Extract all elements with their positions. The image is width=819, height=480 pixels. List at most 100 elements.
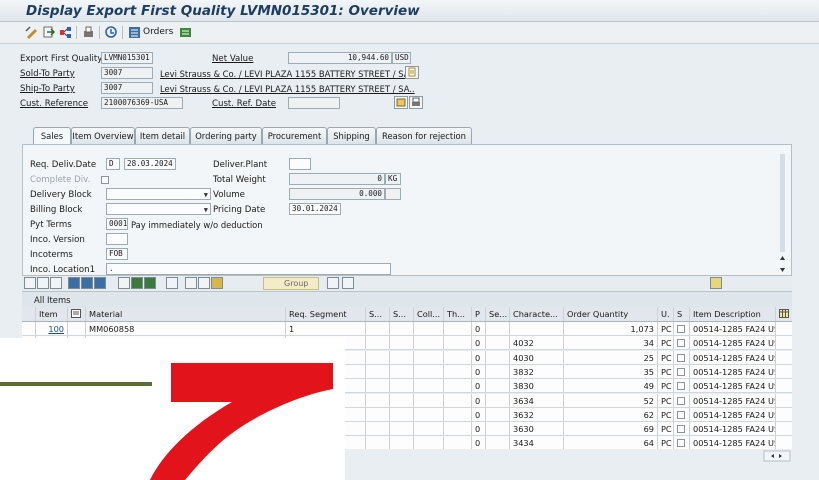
col-p[interactable]: P (472, 307, 486, 321)
export-icon[interactable] (342, 277, 354, 289)
order-quantity-cell: 25 (564, 350, 658, 364)
tab-reason-for-rejection[interactable]: Reason for rejection (376, 127, 472, 144)
search-icon[interactable] (185, 277, 197, 289)
row-checkbox[interactable] (677, 353, 685, 362)
inco-version-field[interactable] (106, 233, 128, 245)
complete-div-checkbox[interactable] (101, 176, 109, 184)
row-selector-column[interactable] (22, 307, 36, 321)
col-req-segment[interactable]: Req. Segment (286, 307, 366, 321)
pricing-icon[interactable] (198, 277, 210, 289)
order-quantity-cell: 62 (564, 407, 658, 421)
deliver-plant-field[interactable] (289, 158, 311, 170)
orders-button-label[interactable]: Orders (143, 27, 173, 37)
orders-icon[interactable] (127, 25, 142, 40)
tab-sales[interactable]: Sales (33, 127, 71, 144)
group-button[interactable]: Group (263, 277, 319, 290)
tab-procurement[interactable]: Procurement (262, 127, 327, 144)
header-detail-icon[interactable] (394, 96, 408, 109)
select-cell[interactable] (674, 364, 690, 378)
services-for-object-icon[interactable] (178, 25, 193, 40)
req-deliv-date-field[interactable]: 28.03.2024 (124, 158, 176, 170)
currency-field[interactable]: USD (392, 52, 411, 64)
sort-icon[interactable] (68, 277, 80, 289)
pyt-terms-field[interactable]: 0001 (106, 218, 128, 230)
document-flow-icon[interactable] (58, 25, 73, 40)
row-checkbox[interactable] (677, 396, 685, 405)
ship-to-label[interactable]: Ship-To Party (20, 84, 75, 94)
panel-scrollbar[interactable] (778, 154, 787, 276)
volume-unit-field[interactable] (385, 188, 401, 200)
total-icon[interactable] (94, 277, 106, 289)
col-coll[interactable]: Coll... (414, 307, 444, 321)
zoom-icon[interactable] (710, 277, 722, 289)
status-overview-icon[interactable] (104, 25, 119, 40)
col-config-icon[interactable] (68, 307, 86, 321)
inco-location-field[interactable]: . (106, 263, 391, 275)
select-cell[interactable] (674, 393, 690, 407)
cust-reference-field[interactable]: 2100076369-USA (101, 97, 183, 109)
delete-item-icon[interactable] (144, 277, 156, 289)
select-cell[interactable] (674, 350, 690, 364)
select-cell[interactable] (674, 407, 690, 421)
item-cell[interactable]: 100 (36, 322, 68, 335)
tab-shipping[interactable]: Shipping (327, 127, 376, 144)
row-checkbox[interactable] (677, 382, 685, 391)
filter-icon[interactable] (81, 277, 93, 289)
all-items-tab[interactable]: All Items (22, 291, 792, 307)
select-cell[interactable] (674, 379, 690, 393)
col-s2[interactable]: S... (390, 307, 414, 321)
select-cell[interactable] (674, 422, 690, 436)
select-cell[interactable] (674, 322, 690, 335)
row-checkbox[interactable] (677, 439, 685, 448)
col-se[interactable]: Se... (486, 307, 510, 321)
row-checkbox[interactable] (677, 325, 685, 333)
tab-item-overview[interactable]: Item Overview (71, 127, 135, 144)
header-print-icon[interactable] (409, 96, 423, 109)
billing-block-select[interactable]: ▼ (106, 203, 211, 215)
sold-to-field[interactable]: 3007 (101, 67, 153, 79)
display-change-icon[interactable] (24, 25, 39, 40)
volume-field[interactable]: 0.000 (289, 188, 385, 200)
row-checkbox[interactable] (677, 367, 685, 376)
pricing-date-field[interactable]: 30.01.2024 (289, 203, 341, 215)
add-item-icon[interactable] (118, 277, 130, 289)
row-checkbox[interactable] (677, 425, 685, 434)
column-settings-icon[interactable] (776, 307, 792, 321)
col-s1[interactable]: S... (366, 307, 390, 321)
export-number-field[interactable]: LVMN015301 (101, 52, 153, 64)
item-detail-icon[interactable] (24, 277, 36, 289)
other-document-icon[interactable] (41, 25, 56, 40)
col-unit[interactable]: U. (658, 307, 674, 321)
tab-ordering-party[interactable]: Ordering party (190, 127, 262, 144)
total-weight-field[interactable]: 0 (289, 173, 385, 185)
copy-item-icon[interactable] (131, 277, 143, 289)
total-weight-unit-field[interactable]: KG (385, 173, 401, 185)
sold-to-detail-icon[interactable] (405, 66, 419, 79)
incoterms-field[interactable]: FOB (106, 248, 128, 260)
select-all-icon[interactable] (37, 277, 49, 289)
net-value-field[interactable]: 10,944.60 (288, 52, 392, 64)
col-th[interactable]: Th... (444, 307, 472, 321)
select-cell[interactable] (674, 336, 690, 350)
col-order-quantity[interactable]: Order Quantity (564, 307, 658, 321)
schedule-lines-icon[interactable] (211, 277, 223, 289)
configuration-icon[interactable] (166, 277, 178, 289)
deselect-all-icon[interactable] (50, 277, 62, 289)
req-deliv-date-type-field[interactable]: D (106, 158, 120, 170)
col-characteristic[interactable]: Characte... (510, 307, 564, 321)
select-cell[interactable] (674, 436, 690, 450)
row-checkbox[interactable] (677, 410, 685, 419)
row-checkbox[interactable] (677, 339, 685, 348)
cust-ref-date-field[interactable] (288, 97, 340, 109)
delivery-block-select[interactable]: ▼ (106, 188, 211, 200)
layout-icon[interactable] (327, 277, 339, 289)
print-preview-icon[interactable] (81, 25, 96, 40)
sold-to-label[interactable]: Sold-To Party (20, 69, 75, 79)
table-row[interactable]: 100 MM060858 1 0 1,073 PC 00514-1285 FA24 US (22, 322, 792, 336)
tab-item-detail[interactable]: Item detail (135, 127, 190, 144)
col-item[interactable]: Item (36, 307, 68, 321)
col-material[interactable]: Material (86, 307, 286, 321)
ship-to-field[interactable]: 3007 (101, 82, 153, 94)
col-item-description[interactable]: Item Description (690, 307, 776, 321)
col-s3[interactable]: S (674, 307, 690, 321)
